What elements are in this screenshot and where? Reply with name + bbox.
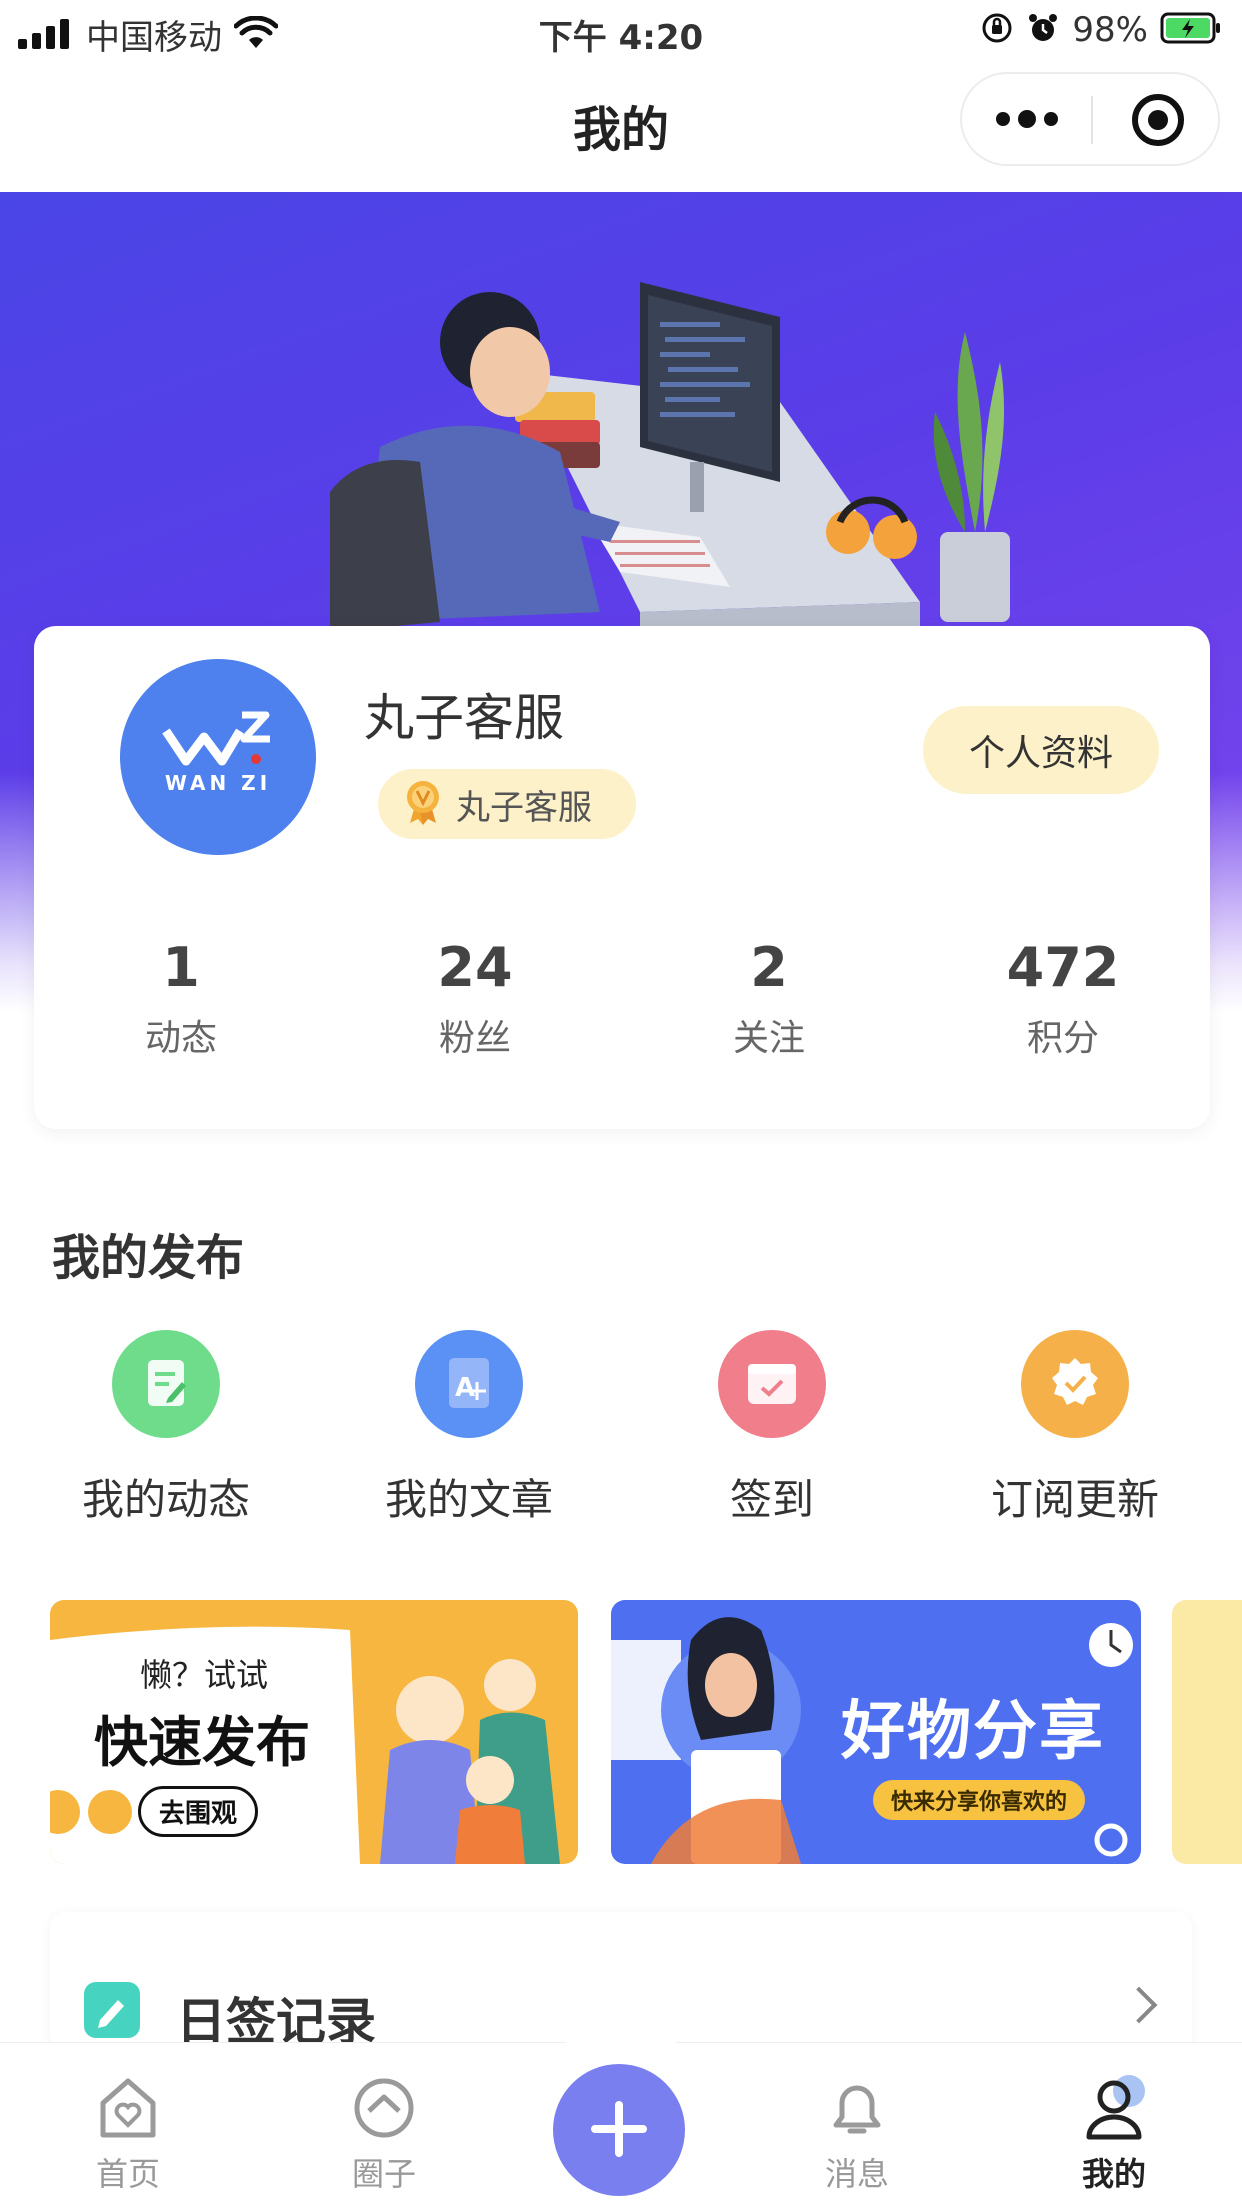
status-right: 98% — [980, 10, 1222, 50]
stat-following[interactable]: 2 关注 — [622, 936, 916, 1061]
svg-text:A: A — [455, 1373, 475, 1403]
username: 丸子客服 — [364, 689, 564, 747]
stat-value: 2 — [750, 936, 788, 999]
tab-me[interactable]: 我的 — [1034, 2073, 1194, 2195]
tab-label: 首页 — [95, 2155, 160, 2193]
stat-points[interactable]: 472 积分 — [916, 936, 1210, 1061]
banner1-button[interactable]: 去围观 — [138, 1786, 259, 1837]
stat-followers[interactable]: 24 粉丝 — [328, 936, 622, 1061]
banner1-big-text: 快速发布 — [94, 1711, 310, 1774]
checkin-icon — [718, 1330, 826, 1438]
banner-quick-post[interactable]: 懒？试试 快速发布 去围观 — [50, 1600, 578, 1864]
shortcut-label: 我的文章 — [384, 1475, 553, 1524]
target-circle-icon[interactable] — [1132, 94, 1184, 146]
create-post-button[interactable] — [553, 2064, 685, 2196]
alarm-icon — [1026, 11, 1060, 49]
banner-product-share[interactable]: 好物分享 快来分享你喜欢的 — [611, 1600, 1141, 1864]
shortcut-checkin[interactable]: 签到 — [642, 1330, 902, 1527]
chevron-right-icon — [1120, 1986, 1158, 2024]
tab-label: 我的 — [1081, 2155, 1146, 2193]
shortcut-my-articles[interactable]: A 我的文章 — [339, 1330, 599, 1527]
mini-program-capsule — [960, 72, 1220, 166]
badge-label: 丸子客服 — [456, 787, 592, 828]
shortcut-label: 签到 — [729, 1475, 814, 1524]
subscribe-badge-icon — [1021, 1330, 1129, 1438]
battery-text: 98% — [1072, 10, 1148, 50]
shortcut-label: 我的动态 — [81, 1475, 250, 1524]
stat-posts[interactable]: 1 动态 — [34, 936, 328, 1061]
battery-charging-icon — [1160, 11, 1222, 49]
user-icon — [1079, 2073, 1149, 2143]
stat-label: 积分 — [1026, 1018, 1099, 1059]
status-bar: 中国移动 下午 4:20 98% — [0, 0, 1242, 62]
pencil-icon — [84, 1982, 140, 2038]
profile-card: WAN ZI 丸子客服 丸子客服 个人资料 1 动态 24 粉丝 2 关注 47… — [34, 626, 1210, 1129]
circle-home-icon — [349, 2073, 419, 2143]
tab-label: 消息 — [824, 2155, 889, 2193]
stat-value: 472 — [1006, 936, 1120, 999]
plus-icon — [589, 2099, 649, 2162]
user-badge: 丸子客服 — [378, 769, 636, 839]
section-title-my-posts: 我的发布 — [52, 1230, 245, 1286]
article-icon: A — [415, 1330, 523, 1438]
edit-note-icon — [112, 1330, 220, 1438]
stat-label: 粉丝 — [438, 1018, 511, 1059]
avatar-brand-text: WAN ZI — [164, 771, 272, 795]
banner-next-peek[interactable] — [1172, 1600, 1242, 1864]
tab-circle[interactable]: 圈子 — [304, 2073, 464, 2195]
shortcut-my-updates[interactable]: 我的动态 — [36, 1330, 296, 1527]
stat-label: 关注 — [732, 1018, 805, 1059]
stat-value: 1 — [162, 936, 200, 999]
banner2-big-text: 好物分享 — [841, 1695, 1105, 1769]
shortcut-subscribe[interactable]: 订阅更新 — [945, 1330, 1205, 1527]
tab-home[interactable]: 首页 — [48, 2073, 208, 2195]
stat-value: 24 — [437, 936, 513, 999]
banner2-sub-text: 快来分享你喜欢的 — [873, 1780, 1086, 1820]
bell-icon — [822, 2073, 892, 2143]
more-dots-icon[interactable] — [962, 74, 1091, 164]
banner1-small-text: 懒？试试 — [140, 1656, 269, 1694]
tab-messages[interactable]: 消息 — [777, 2073, 937, 2195]
home-heart-icon — [93, 2073, 163, 2143]
avatar[interactable]: WAN ZI — [120, 659, 316, 855]
navigation-bar: 我的 — [0, 62, 1242, 192]
shortcut-label: 订阅更新 — [990, 1475, 1159, 1524]
tab-label: 圈子 — [351, 2155, 416, 2193]
stat-label: 动态 — [144, 1018, 217, 1059]
profile-settings-button[interactable]: 个人资料 — [923, 706, 1159, 794]
orientation-lock-icon — [980, 11, 1014, 49]
medal-icon — [402, 779, 444, 829]
capsule-divider — [1091, 96, 1093, 144]
stats-row: 1 动态 24 粉丝 2 关注 472 积分 — [34, 936, 1210, 1061]
